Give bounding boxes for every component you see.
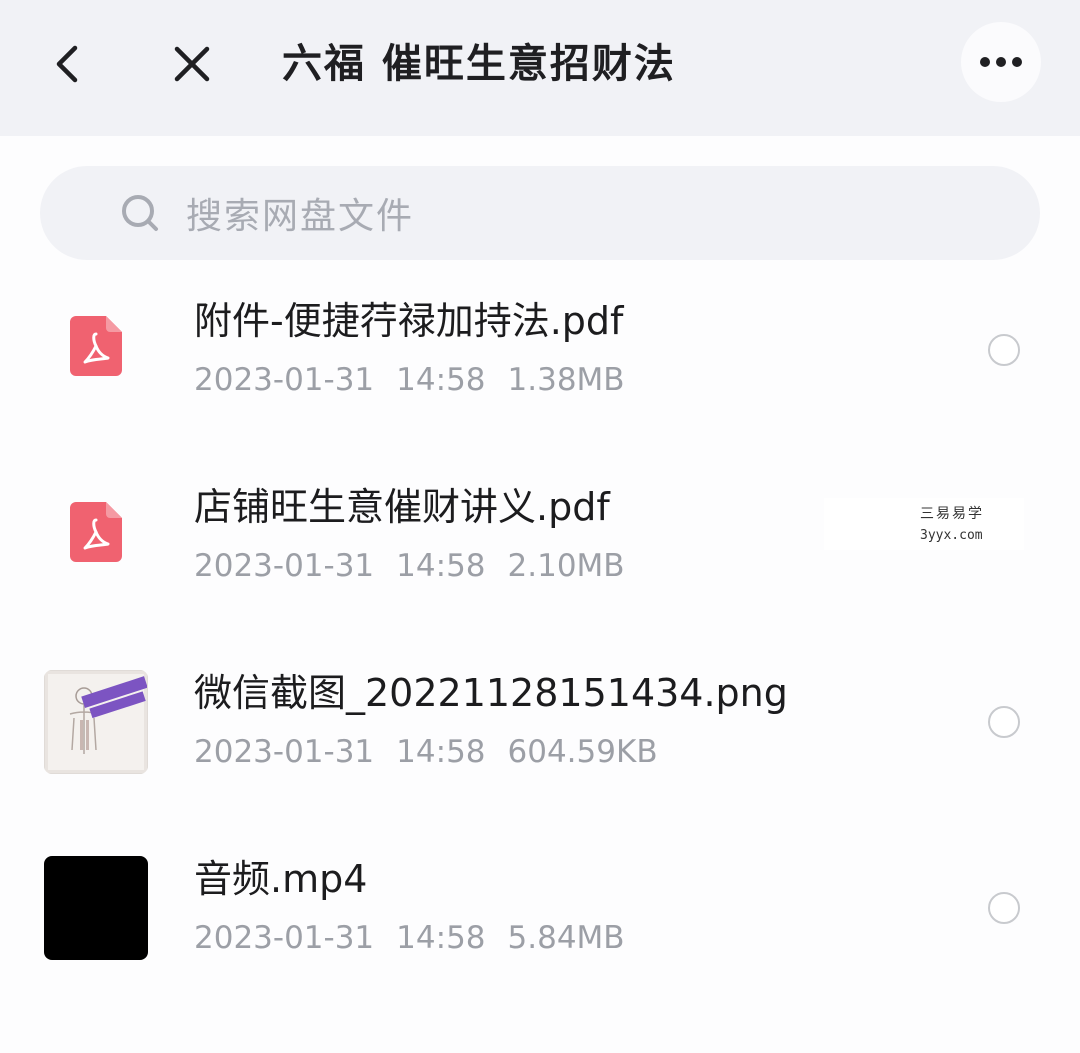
search-input[interactable]: 搜索网盘文件 <box>40 166 1040 260</box>
top-bar: 六福 催旺生意招财法 <box>0 0 1080 136</box>
close-button[interactable] <box>162 34 222 94</box>
file-time: 14:58 <box>396 920 486 956</box>
select-radio[interactable] <box>988 706 1020 738</box>
select-radio[interactable] <box>988 892 1020 924</box>
file-name: 附件-便捷荇禄加持法.pdf <box>194 299 624 343</box>
file-date: 2023-01-31 <box>194 920 375 956</box>
search-placeholder: 搜索网盘文件 <box>186 196 415 237</box>
file-meta: 2023-01-31 14:58 5.84MB <box>194 916 625 960</box>
more-button[interactable] <box>961 22 1041 102</box>
file-name: 微信截图_20221128151434.png <box>194 671 788 715</box>
file-name: 音频.mp4 <box>194 857 368 901</box>
file-size: 2.10MB <box>507 548 625 584</box>
watermark-url: 3yyx.com <box>920 528 983 543</box>
file-name: 店铺旺生意催财讲义.pdf <box>194 485 610 529</box>
file-meta: 2023-01-31 14:58 2.10MB <box>194 544 625 588</box>
file-meta: 2023-01-31 14:58 1.38MB <box>194 358 625 402</box>
select-radio[interactable] <box>988 334 1020 366</box>
watermark: 三易易学 3yyx.com <box>824 498 1024 550</box>
file-date: 2023-01-31 <box>194 362 375 398</box>
file-list-item[interactable]: 音频.mp4 2023-01-31 14:58 5.84MB <box>0 820 1080 1006</box>
pdf-icon <box>70 316 122 376</box>
more-horizontal-icon <box>980 57 1022 67</box>
file-time: 14:58 <box>396 548 486 584</box>
file-date: 2023-01-31 <box>194 734 375 770</box>
search-icon <box>120 193 160 233</box>
file-meta: 2023-01-31 14:58 604.59KB <box>194 730 658 774</box>
page-title: 六福 催旺生意招财法 <box>282 41 676 87</box>
close-icon <box>174 46 210 82</box>
image-thumbnail <box>44 670 148 774</box>
file-time: 14:58 <box>396 734 486 770</box>
chevron-left-icon <box>56 45 78 83</box>
file-time: 14:58 <box>396 362 486 398</box>
file-list-item[interactable]: 微信截图_20221128151434.png 2023-01-31 14:58 6… <box>0 634 1080 820</box>
back-button[interactable] <box>38 34 98 94</box>
file-size: 1.38MB <box>507 362 625 398</box>
file-size: 604.59KB <box>507 734 658 770</box>
watermark-text: 三易易学 <box>920 506 984 522</box>
file-date: 2023-01-31 <box>194 548 375 584</box>
video-thumbnail <box>44 856 148 960</box>
file-list-item[interactable]: 附件-便捷荇禄加持法.pdf 2023-01-31 14:58 1.38MB <box>0 262 1080 448</box>
pdf-icon <box>70 502 122 562</box>
file-size: 5.84MB <box>507 920 625 956</box>
